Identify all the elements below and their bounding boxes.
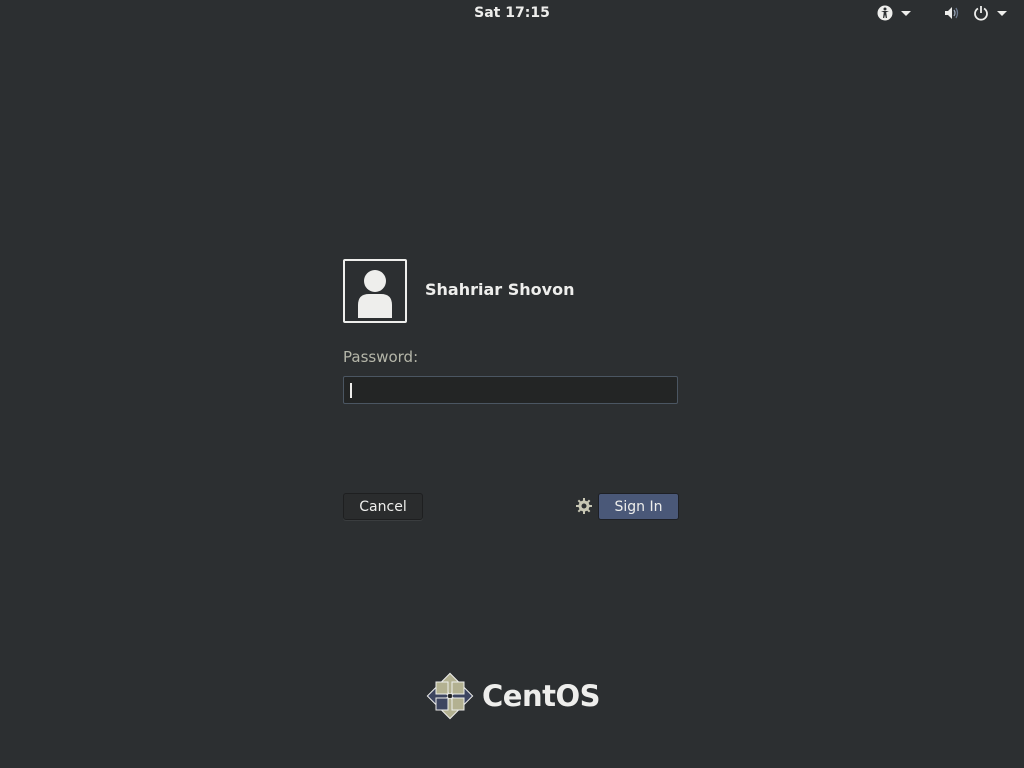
centos-logo: CentOS xyxy=(426,672,601,720)
user-avatar[interactable] xyxy=(343,259,407,323)
gear-icon xyxy=(576,498,592,514)
password-input[interactable] xyxy=(343,376,678,404)
accessibility-menu[interactable] xyxy=(877,5,911,21)
session-options-button[interactable] xyxy=(575,497,593,519)
sign-in-button[interactable]: Sign In xyxy=(598,493,679,520)
password-label: Password: xyxy=(343,348,419,366)
chevron-down-icon xyxy=(997,10,1007,16)
text-cursor xyxy=(350,383,352,398)
user-icon xyxy=(358,270,392,318)
logo-text: CentOS xyxy=(482,679,601,713)
chevron-down-icon xyxy=(901,10,911,16)
system-menu[interactable] xyxy=(944,5,1007,21)
clock[interactable]: Sat 17:15 xyxy=(0,5,1024,21)
accessibility-icon xyxy=(877,5,893,21)
user-name: Shahriar Shovon xyxy=(425,280,575,299)
volume-icon xyxy=(945,7,959,19)
top-bar: Sat 17:15 xyxy=(0,0,1024,26)
cancel-button[interactable]: Cancel xyxy=(343,493,423,520)
centos-logo-icon xyxy=(426,672,474,720)
power-icon xyxy=(974,6,988,21)
